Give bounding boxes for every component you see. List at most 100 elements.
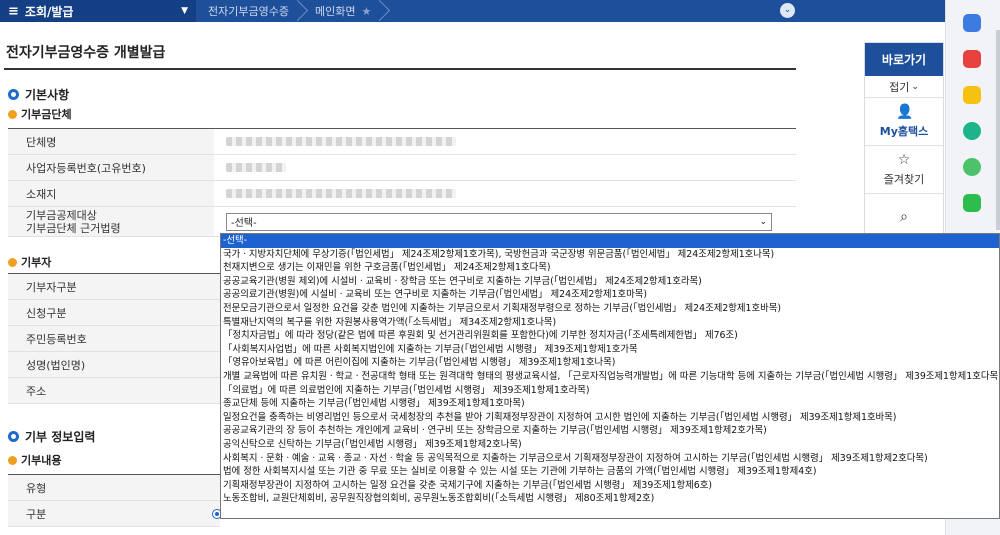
dropdown-option[interactable]: 공공의료기관(병원)에 시설비ㆍ교육비 또는 연구비로 지출하는 기부금(「법인… [221, 288, 999, 302]
table-row: 주소 [8, 378, 220, 404]
chevron-down-icon: ⌄ [911, 81, 919, 92]
business-number-label: 사업자등록번호(고유번호) [8, 155, 214, 180]
org-name-value [214, 129, 796, 154]
donation-subtitle-label: 기부내용 [21, 454, 62, 467]
dropdown-option[interactable]: 국가ㆍ지방자치단체에 무상기증(「법인세법」 제24조제2항제1호가목), 국방… [221, 248, 999, 262]
donor-subtitle: 기부자 [8, 254, 51, 270]
address-label: 소재지 [8, 181, 214, 206]
quick-links-title: 바로가기 [865, 43, 943, 76]
dropdown-option[interactable]: 노동조합비, 교원단체회비, 공무원직장협의회비, 공무원노동조합회비(「소득세… [221, 492, 999, 506]
briefcase-icon[interactable] [963, 14, 981, 32]
dropdown-option[interactable]: 「의료법」에 따른 의료법인에 지출하는 기부금(「법인세법 시행령」 제39조… [221, 384, 999, 398]
donation-kind-label: 유형 [8, 475, 220, 500]
dropdown-option[interactable]: 「정치자금법」에 따라 정당(같은 법에 따른 후원회 및 선거관리위원회를 포… [221, 329, 999, 343]
donor-subtitle-label: 기부자 [21, 256, 52, 269]
star-icon: ☆ [897, 152, 911, 168]
table-row: 소재지 [8, 181, 796, 207]
breadcrumb-label: 메인화면 [314, 5, 356, 18]
section-bullet-icon [8, 89, 19, 100]
chevron-down-icon: ⌄ [759, 216, 767, 227]
favorites-link[interactable]: ☆ 즐겨찾기 [865, 146, 943, 194]
main-menu-label: 조회/발급 [24, 4, 74, 19]
legal-basis-label-line1: 기부금공제대상 [26, 208, 97, 222]
dropdown-option[interactable]: 사회복지ㆍ문화ㆍ예술ㆍ교육ㆍ종교ㆍ자선ㆍ학술 등 공익목적으로 지출하는 기부금… [221, 452, 999, 466]
favorites-label: 즐겨찾기 [883, 173, 925, 186]
messenger-icon[interactable] [963, 194, 981, 212]
legal-basis-select[interactable]: -선택- ⌄ [226, 212, 772, 231]
table-row: 성명(법인명) [8, 352, 220, 378]
main-menu-button[interactable]: ≡ 조회/발급 ▼ [0, 0, 196, 22]
legal-basis-value: -선택- ⌄ [214, 207, 796, 236]
dropdown-option[interactable]: 「영유아보육법」에 따른 어린이집에 지출하는 기부금(「법인세법 시행령」 제… [221, 356, 999, 370]
dropdown-option[interactable]: 일정요건을 충족하는 비영리법인 등으로서 국세청장의 추천을 받아 기획재정부… [221, 411, 999, 425]
donation-subtitle: 기부내용 [8, 452, 61, 468]
org-subtitle-label: 기부금단체 [21, 108, 72, 121]
table-row: 주민등록번호 [8, 326, 220, 352]
top-navigation-bar: ≡ 조회/발급 ▼ 전자기부금영수증 메인화면 ★ ⌄ [0, 0, 945, 22]
my-hometax-link[interactable]: 👤 My홈택스 [865, 98, 943, 146]
scrollbar[interactable] [996, 30, 1000, 230]
table-row: 단체명 [8, 129, 796, 155]
donor-address-label: 주소 [8, 378, 220, 403]
breadcrumb-label: 전자기부금영수증 [208, 5, 289, 18]
table-row: 유형 [8, 475, 220, 501]
subsection-bullet-icon [8, 109, 17, 119]
play-icon[interactable] [963, 158, 981, 176]
table-row: 기부자구분 [8, 274, 220, 300]
business-number-value [214, 155, 796, 180]
donor-name-label: 성명(법인명) [8, 352, 220, 377]
application-type-label: 신청구분 [8, 300, 220, 325]
dropdown-option[interactable] [221, 506, 999, 518]
legal-basis-label-line2: 기부금단체 근거법령 [26, 221, 121, 235]
app-circle-icon[interactable] [963, 122, 981, 140]
table-row: 신청구분 [8, 300, 220, 326]
dropdown-option[interactable]: 전문모금기관으로서 일정한 요건을 갖춘 법인에 지출하는 기부금으로서 기획재… [221, 302, 999, 316]
dropdown-option[interactable]: 공익신탁으로 신탁하는 기부금(「법인세법 시행령」 제39조제1항제2호나목) [221, 438, 999, 452]
section-donation-title: 기부 정보입력 [8, 428, 95, 445]
breadcrumb-main[interactable]: 메인화면 ★ [303, 0, 385, 22]
table-row: 구분 [8, 501, 220, 527]
pocket-icon[interactable] [963, 50, 981, 68]
subsection-bullet-icon [8, 257, 17, 267]
dropdown-option[interactable]: 특별재난지역의 복구를 위한 자원봉사용역가액(「소득세법」 제34조제2항제1… [221, 316, 999, 330]
donor-info-table: 기부자구분 신청구분 주민등록번호 성명(법인명) 주소 [8, 273, 220, 404]
dropdown-option[interactable]: -선택- [221, 234, 999, 248]
org-info-table: 단체명 사업자등록번호(고유번호) 소재지 기부금공제대상 기부금단체 근거법령… [8, 128, 796, 237]
org-subtitle: 기부금단체 [8, 106, 72, 122]
person-icon: 👤 [896, 104, 914, 120]
dropdown-option[interactable]: 공공교육기관의 장 등이 추천하는 개인에게 교육비ㆍ연구비 또는 장학금으로 … [221, 424, 999, 438]
my-hometax-label: My홈택스 [879, 125, 929, 138]
donation-info-table: 유형 구분 [8, 474, 220, 527]
favorite-star-icon[interactable]: ★ [361, 5, 371, 18]
fold-label: 접기 [889, 80, 910, 94]
donation-category-label: 구분 [8, 501, 220, 526]
dropdown-option[interactable]: 「사회복지사업법」에 따른 사회복지법인에 지출하는 기부금(「법인세법 시행령… [221, 343, 999, 357]
dropdown-option[interactable]: 법에 정한 사회복지시설 또는 기관 중 무료 또는 실비로 이용할 수 있는 … [221, 465, 999, 479]
quick-links-panel: 바로가기 접기 ⌄ 👤 My홈택스 ☆ 즐겨찾기 ⌕ [864, 42, 944, 242]
search-icon: ⌕ [900, 208, 908, 225]
dropdown-option[interactable]: 개별 교육법에 따른 유치원ㆍ학교ㆍ전공대학 형태 또는 원격대학 형태의 평생… [221, 370, 999, 384]
table-row: 사업자등록번호(고유번호) [8, 155, 796, 181]
title-divider [4, 68, 796, 70]
chevron-down-icon[interactable]: ⌄ [780, 3, 795, 18]
star-app-icon[interactable] [963, 86, 981, 104]
legal-basis-select-value: -선택- [231, 218, 257, 229]
address-value [214, 181, 796, 206]
section-basic-title: 기본사항 [8, 86, 69, 103]
dropdown-option[interactable]: 천재지변으로 생기는 이재민을 위한 구호금품(「법인세법」 제24조제2항제1… [221, 261, 999, 275]
breadcrumb-receipt[interactable]: 전자기부금영수증 [196, 0, 303, 22]
legal-basis-label: 기부금공제대상 기부금단체 근거법령 [8, 207, 214, 236]
org-name-label: 단체명 [8, 129, 214, 154]
dropdown-option[interactable]: 종교단체 등에 지출하는 기부금(「법인세법 시행령」 제39조제1항제1호마목… [221, 397, 999, 411]
donor-type-label: 기부자구분 [8, 274, 220, 299]
subsection-bullet-icon [8, 455, 17, 465]
dropdown-option[interactable]: 기획재정부장관이 지정하여 고시하는 일정 요건을 갖춘 국제기구에 지출하는 … [221, 479, 999, 493]
caret-down-icon: ▼ [181, 6, 188, 16]
section-bullet-icon [8, 431, 19, 442]
section-donation-label: 기부 정보입력 [25, 430, 96, 444]
legal-basis-dropdown-list[interactable]: -선택- 국가ㆍ지방자치단체에 무상기증(「법인세법」 제24조제2항제1호가목… [220, 233, 1000, 519]
section-basic-label: 기본사항 [25, 88, 70, 102]
dropdown-option[interactable]: 공공교육기관(병원 제외)에 시설비ㆍ교육비ㆍ장학금 또는 연구비로 지출하는 … [221, 275, 999, 289]
fold-button[interactable]: 접기 ⌄ [865, 76, 943, 98]
hamburger-icon: ≡ [8, 3, 19, 19]
